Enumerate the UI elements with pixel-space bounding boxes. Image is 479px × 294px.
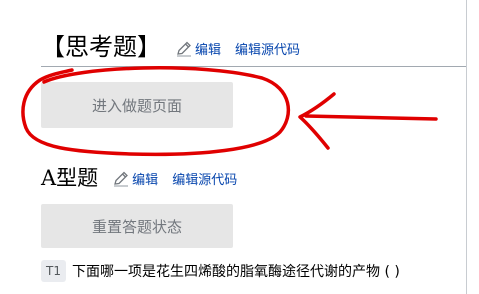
- content-right-border: [466, 0, 467, 294]
- enter-quiz-button[interactable]: 进入做题页面: [41, 82, 233, 128]
- section-title-think: 【思考题】: [41, 32, 161, 62]
- question-text: 下面哪一项是花生四烯酸的脂氧酶途径代谢的产物 ( ): [72, 261, 400, 281]
- section-heading-a-type: A型题 编辑 编辑源代码: [41, 164, 237, 192]
- pencil-icon[interactable]: [112, 171, 130, 187]
- edit-source-link[interactable]: 编辑源代码: [235, 39, 300, 58]
- edit-link[interactable]: 编辑: [195, 39, 221, 58]
- section-edit-links-think: 编辑 编辑源代码: [175, 39, 300, 58]
- pencil-icon[interactable]: [175, 41, 193, 57]
- annotation-arrow-shaft: [306, 116, 436, 119]
- question-item: T1 下面哪一项是花生四烯酸的脂氧酶途径代谢的产物 ( ): [41, 260, 400, 282]
- section-title-a-type: A型题: [41, 164, 98, 192]
- edit-link[interactable]: 编辑: [132, 169, 158, 188]
- reset-answer-state-button[interactable]: 重置答题状态: [41, 204, 233, 248]
- section-edit-links-a-type: 编辑 编辑源代码: [112, 169, 237, 188]
- edit-source-link[interactable]: 编辑源代码: [172, 169, 237, 188]
- section-heading-think: 【思考题】 编辑 编辑源代码: [41, 32, 300, 62]
- question-number-badge: T1: [41, 260, 66, 282]
- annotation-arrow-head: [300, 94, 334, 148]
- heading-underline: [41, 66, 466, 67]
